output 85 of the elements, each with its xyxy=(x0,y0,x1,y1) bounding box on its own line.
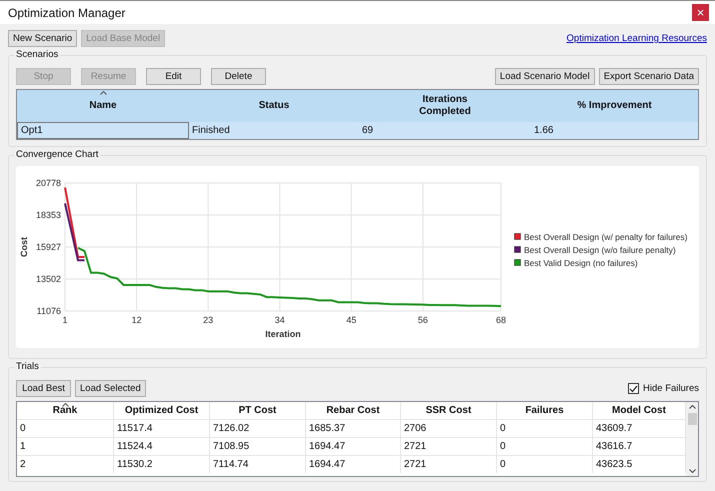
column-header-label: Iterations Completed xyxy=(419,94,471,118)
column-header[interactable]: Failures xyxy=(497,402,593,419)
column-header[interactable]: SSR Cost xyxy=(401,402,497,419)
table-cell: 11517.4 xyxy=(114,420,210,437)
hide-failures-checkbox[interactable] xyxy=(628,383,640,394)
scroll-down-icon[interactable] xyxy=(688,469,696,473)
y-tick-label: 15927 xyxy=(36,242,61,252)
trial-row[interactable]: 1 11524.4 7108.95 1694.47 2721 0 43616.7 xyxy=(17,437,686,455)
x-tick-label: 1 xyxy=(62,315,68,325)
table-cell: 0 xyxy=(497,420,593,437)
table-cell: 11524.4 xyxy=(114,438,210,455)
table-cell: 1694.47 xyxy=(306,456,401,473)
y-tick-label: 18353 xyxy=(36,210,61,220)
x-tick-label: 56 xyxy=(418,315,428,325)
legend-label: Best Valid Design (no failures) xyxy=(524,258,638,268)
group-title: Trials xyxy=(14,361,41,372)
checkbox-label: Hide Failures xyxy=(643,383,699,394)
trial-row[interactable]: 0 11517.4 7126.02 1685.37 2706 0 43609.7 xyxy=(17,419,686,437)
table-cell: 7114.74 xyxy=(210,456,306,473)
column-header-label: Optimized Cost xyxy=(124,405,198,416)
column-header-label: Name xyxy=(89,100,117,112)
table-cell: 7126.02 xyxy=(210,420,306,437)
column-header-label: % Improvement xyxy=(577,100,652,112)
sort-icon xyxy=(100,91,107,95)
window-title: Optimization Manager xyxy=(8,6,126,20)
close-button[interactable]: × xyxy=(692,4,709,21)
column-header[interactable]: % Improvement xyxy=(531,90,698,122)
column-header-label: PT Cost xyxy=(238,405,276,416)
scenario-button[interactable]: Export Scenario Data xyxy=(598,68,699,85)
table-cell: 1694.47 xyxy=(306,438,401,455)
scrollbar-thumb[interactable] xyxy=(688,413,696,425)
legend-label: Best Overall Design (w/o failure penalty) xyxy=(524,245,676,255)
column-header[interactable]: Iterations Completed xyxy=(359,90,531,122)
table-cell: 2706 xyxy=(401,420,497,437)
column-header-label: Model Cost xyxy=(612,405,666,416)
learning-resources-link[interactable]: Optimization Learning Resources xyxy=(566,33,707,44)
column-header-label: Rebar Cost xyxy=(326,405,380,416)
table-cell: 7108.95 xyxy=(210,438,306,455)
column-header-label: SSR Cost xyxy=(426,405,472,416)
scroll-up-icon[interactable] xyxy=(688,405,696,409)
column-header[interactable]: PT Cost xyxy=(210,402,306,419)
x-tick-label: 68 xyxy=(496,315,506,325)
sort-icon xyxy=(62,403,69,407)
legend-label: Best Overall Design (w/ penalty for failures) xyxy=(524,232,688,242)
table-cell: 2721 xyxy=(401,456,497,473)
table-cell: 11530.2 xyxy=(114,456,210,473)
table-cell: 0 xyxy=(497,438,593,455)
column-header[interactable]: Name xyxy=(17,90,189,122)
trial-button[interactable]: Load Best xyxy=(16,380,71,397)
table-cell: 2 xyxy=(17,456,114,473)
scenario-row[interactable]: Opt1 Finished 69 1.66 xyxy=(17,122,698,139)
x-axis-title: Iteration xyxy=(265,329,301,339)
table-cell: 0 xyxy=(17,420,114,437)
x-tick-label: 12 xyxy=(132,315,142,325)
scenario-button[interactable]: Load Scenario Model xyxy=(494,68,595,85)
toolbar-button[interactable]: New Scenario xyxy=(8,30,78,47)
column-header-label: Rank xyxy=(52,405,78,416)
table-cell-text: 1.66 xyxy=(533,124,554,138)
x-tick-label: 45 xyxy=(346,315,356,325)
scenario-button[interactable]: Delete xyxy=(211,68,266,85)
table-cell: 1 xyxy=(17,438,114,455)
table-cell-text: Finished xyxy=(191,124,231,138)
group-title: Scenarios xyxy=(14,49,60,60)
x-tick-label: 23 xyxy=(203,315,214,325)
group-title: Convergence Chart xyxy=(14,149,100,160)
column-header[interactable]: Optimized Cost xyxy=(114,402,210,419)
trial-row[interactable]: 2 11530.2 7114.74 1694.47 2721 0 43623.5 xyxy=(17,455,686,473)
table-cell: Opt1 xyxy=(17,122,189,139)
column-header-label: Status xyxy=(258,100,290,112)
table-cell-text: 69 xyxy=(361,124,374,138)
column-header-label: Failures xyxy=(525,405,564,416)
column-header[interactable]: Rebar Cost xyxy=(306,402,401,419)
column-header[interactable]: Rank xyxy=(17,402,114,419)
scrollbar[interactable] xyxy=(686,402,698,476)
trial-button[interactable]: Load Selected xyxy=(75,380,146,397)
y-tick-label: 13502 xyxy=(36,274,61,284)
y-tick-label: 11076 xyxy=(36,306,61,316)
table-cell: 2721 xyxy=(401,438,497,455)
column-header[interactable]: Status xyxy=(189,90,359,122)
y-axis-title: Cost xyxy=(19,237,29,257)
x-tick-label: 34 xyxy=(274,315,285,325)
table-cell: 0 xyxy=(497,456,593,473)
y-tick-label: 20778 xyxy=(36,178,61,188)
scenario-button[interactable]: Edit xyxy=(146,68,201,85)
table-cell: 1685.37 xyxy=(306,420,401,437)
